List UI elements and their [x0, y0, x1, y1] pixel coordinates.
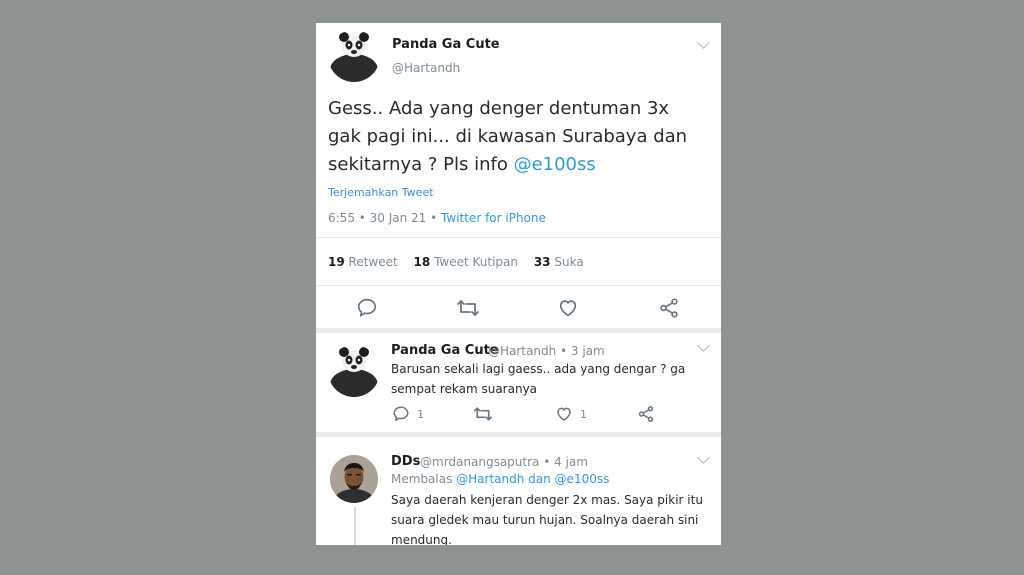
- chevron-down-icon[interactable]: [697, 339, 710, 352]
- quote-count[interactable]: 18: [414, 255, 431, 269]
- like-label[interactable]: Suka: [554, 255, 583, 269]
- divider: [316, 237, 721, 238]
- author-handle[interactable]: @Hartandh: [392, 61, 460, 75]
- reply-text: Saya daerah kenjeran denger 2x mas. Saya…: [391, 490, 703, 545]
- reply-text: Barusan sekali lagi gaess.. ada yang den…: [391, 359, 685, 399]
- section-divider: [316, 328, 721, 333]
- replying-to: Membalas @Hartandh dan @e100ss: [391, 472, 609, 486]
- reply-author-name[interactable]: DDs: [391, 454, 420, 469]
- replying-to-link[interactable]: @Hartandh dan @e100ss: [456, 472, 609, 486]
- retweet-icon[interactable]: [473, 405, 493, 427]
- tweet-text-line: gak pagi ini... di kawasan Surabaya dan: [328, 126, 688, 147]
- reply-text-line: sempat rekam suaranya: [391, 382, 538, 396]
- tweet-meta: 6:55 • 30 Jan 21 • Twitter for iPhone: [328, 211, 546, 225]
- tweet-text-segment: sekitarnya ? Pls info: [328, 154, 514, 175]
- retweet-count[interactable]: 19: [328, 255, 345, 269]
- reply-icon[interactable]: [356, 297, 378, 323]
- retweet-label[interactable]: Retweet: [349, 255, 398, 269]
- reply-text-line: Saya daerah kenjeran denger 2x mas. Saya…: [391, 493, 703, 507]
- section-divider: [316, 432, 721, 437]
- tweet-text-line: Gess.. Ada yang denger dentuman 3x: [328, 98, 670, 119]
- avatar[interactable]: [330, 455, 378, 503]
- tweet-screen: Panda Ga Cute @Hartandh Gess.. Ada yang …: [316, 23, 721, 545]
- quote-label[interactable]: Tweet Kutipan: [434, 255, 518, 269]
- like-icon[interactable]: [557, 297, 579, 323]
- reply-count: 1: [417, 408, 424, 421]
- tweet-text-line: sekitarnya ? Pls info @e100ss: [328, 151, 718, 179]
- avatar[interactable]: [328, 30, 380, 82]
- tweet-source-link[interactable]: Twitter for iPhone: [441, 211, 546, 225]
- replying-prefix: Membalas: [391, 472, 457, 486]
- reply-text-line: mendung.: [391, 533, 452, 545]
- reply-author-handle[interactable]: @mrdanangsaputra • 4 jam: [420, 455, 588, 469]
- chevron-down-icon[interactable]: [697, 36, 710, 49]
- retweet-icon[interactable]: [456, 297, 480, 323]
- translate-link[interactable]: Terjemahkan Tweet: [328, 186, 434, 199]
- tweet-timestamp: 6:55 • 30 Jan 21 •: [328, 211, 442, 225]
- tweet-text: Gess.. Ada yang denger dentuman 3x gak p…: [328, 95, 718, 179]
- author-name[interactable]: Panda Ga Cute: [392, 37, 500, 52]
- like-count[interactable]: 33: [534, 255, 551, 269]
- like-icon[interactable]: [555, 405, 573, 427]
- like-count: 1: [580, 408, 587, 421]
- mention-link[interactable]: @e100ss: [514, 154, 596, 175]
- share-icon[interactable]: [637, 405, 655, 427]
- tweet-stats: 19 Retweet 18 Tweet Kutipan 33 Suka: [328, 255, 584, 269]
- reply-author-name[interactable]: Panda Ga Cute: [391, 343, 499, 358]
- chevron-down-icon[interactable]: [697, 451, 710, 464]
- divider: [316, 285, 721, 286]
- reply-icon[interactable]: [392, 405, 410, 427]
- reply-text-line: suara gledek mau turun hujan. Soalnya da…: [391, 513, 699, 527]
- reply-text-line: Barusan sekali lagi gaess.. ada yang den…: [391, 362, 686, 376]
- reply-author-handle[interactable]: @Hartandh • 3 jam: [488, 344, 605, 358]
- share-icon[interactable]: [658, 297, 680, 323]
- thread-line: [354, 507, 356, 545]
- avatar[interactable]: [328, 345, 380, 397]
